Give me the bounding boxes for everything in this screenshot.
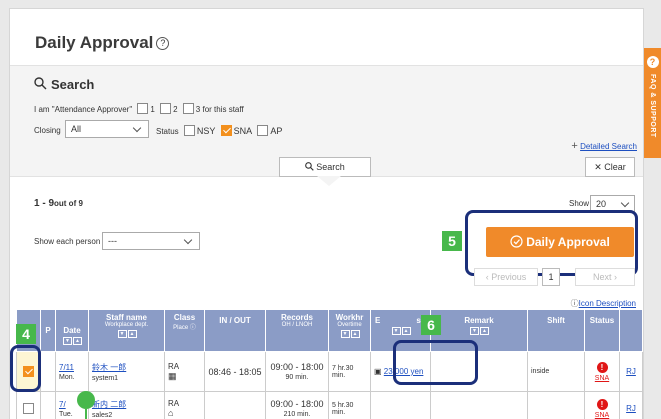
close-icon: ✕ (594, 162, 602, 172)
sort-up-icon[interactable]: ▲ (480, 327, 489, 335)
header-extra (619, 309, 643, 352)
location-marker-icon (77, 391, 95, 419)
chevron-down-icon (183, 235, 193, 245)
row-select-cell (16, 391, 41, 419)
faq-support-tab[interactable]: ? FAQ & SUPPORT (644, 48, 661, 158)
staff-cell: 新内 二郎 sales2 (88, 391, 165, 419)
header-status: Status (584, 309, 620, 352)
sort-down-icon[interactable]: ▼ (117, 330, 127, 338)
building-icon: ▦ (168, 370, 177, 381)
date-cell: 7/11 Mon. (55, 351, 89, 392)
question-icon: ? (646, 56, 659, 68)
show-each-select[interactable]: --- (102, 232, 200, 250)
sort-up-icon[interactable]: ▲ (350, 330, 360, 338)
rj-cell: RJ (619, 391, 643, 419)
previous-page-button[interactable]: ‹ Previous (474, 268, 538, 286)
status-nsy-checkbox[interactable] (183, 125, 195, 136)
header-inout: IN / OUT (204, 309, 266, 352)
next-page-button[interactable]: Next › (575, 268, 635, 286)
status-filter: Status NSY SNA AP (156, 125, 283, 136)
records-cell: 09:00 - 18:00 90 min. (265, 351, 329, 392)
show-label: Show (569, 199, 590, 208)
row-checkbox[interactable] (23, 403, 34, 414)
page-1-button[interactable]: 1 (542, 268, 560, 286)
status-cell: ! SNA (584, 391, 620, 419)
search-button[interactable]: Search (279, 157, 371, 177)
callout-4-frame (10, 345, 41, 392)
expense-cell (370, 391, 431, 419)
search-icon (34, 77, 47, 90)
header-staff: Staff name Workplace dept. ▼ ▲ (88, 309, 165, 352)
header-class: Class Place ⓘ (164, 309, 205, 352)
help-icon[interactable]: ⓘ (190, 325, 196, 331)
sort-down-icon[interactable]: ▼ (391, 327, 401, 335)
workhr-cell: 5 hr.30 min. (328, 391, 371, 419)
approver-2-checkbox[interactable] (160, 103, 172, 114)
table-row: 7/11 Mon. 鈴木 一郎 system1 RA ▦ 08:46 - 18:05 … (16, 351, 643, 392)
callout-6-badge: 6 (421, 315, 441, 335)
check-circle-icon (510, 235, 523, 248)
inout-cell (204, 391, 266, 419)
rj-cell: RJ (619, 351, 643, 392)
receipt-icon: ▣ (374, 367, 382, 376)
clear-button[interactable]: ✕ Clear (585, 157, 635, 177)
closing-select[interactable]: All (65, 120, 149, 138)
results-count: 1 - 9out of 9 (34, 198, 83, 209)
daily-approval-card: Daily Approval? Search I am "Attendance … (9, 8, 644, 419)
approver-3-checkbox[interactable] (182, 103, 194, 114)
alert-icon: ! (596, 398, 608, 410)
search-heading: Search (34, 77, 94, 92)
show-each-label: Show each person (34, 237, 101, 246)
sort-down-icon[interactable]: ▼ (470, 327, 479, 335)
status-cell: ! SNA (584, 351, 620, 392)
chevron-down-icon (132, 123, 142, 133)
header-workhr: Workhr Overtime ▼ ▲ (328, 309, 371, 352)
detailed-search-link[interactable]: + Detailed Search (571, 140, 637, 152)
search-icon (305, 162, 314, 171)
status-sna-checkbox[interactable] (220, 125, 232, 136)
records-cell: 09:00 - 18:00 210 min. (265, 391, 329, 419)
class-cell: RA ⌂ (164, 391, 205, 419)
workhr-cell: 7 hr.30 min. (328, 351, 371, 392)
icon-description-link[interactable]: ⓘIcon Description (571, 298, 636, 309)
chevron-down-icon (620, 198, 630, 208)
sort-up-icon[interactable]: ▲ (127, 330, 137, 338)
info-icon: ⓘ (570, 299, 579, 308)
sort-up-icon[interactable]: ▲ (401, 327, 411, 335)
sort-down-icon[interactable]: ▼ (340, 330, 350, 338)
alert-icon: ! (596, 361, 608, 373)
callout-4-badge: 4 (16, 324, 36, 344)
help-icon[interactable]: ? (156, 37, 170, 50)
status-ap-checkbox[interactable] (257, 125, 269, 136)
approval-table: P Date ▼ ▲ Staff name Workplace dept. ▼ ▲ … (16, 309, 643, 419)
panel-pointer (317, 176, 341, 186)
header-records: Records OH / LNOH (265, 309, 329, 352)
daily-approval-button[interactable]: Daily Approval (486, 227, 634, 257)
callout-6-frame (393, 340, 478, 385)
plus-icon: + (571, 140, 578, 152)
approver-1-checkbox[interactable] (137, 103, 149, 114)
inout-cell: 08:46 - 18:05 (204, 351, 266, 392)
header-p: P (40, 309, 56, 352)
table-row: 7/Tue. 新内 二郎 sales2 RA ⌂ 09:00 - 18:00 210 … (16, 391, 643, 419)
remark-cell (430, 391, 528, 419)
home-icon: ⌂ (168, 408, 174, 418)
header-date: Date ▼ ▲ (55, 309, 89, 352)
shift-cell: inside (527, 351, 585, 392)
closing-filter: Closing (34, 126, 61, 135)
callout-5-badge: 5 (442, 231, 462, 251)
shift-cell (527, 391, 585, 419)
approver-filter: I am "Attendance Approver" 1 2 3 for thi… (34, 103, 244, 114)
staff-cell: 鈴木 一郎 system1 (88, 351, 165, 392)
sort-down-icon[interactable]: ▼ (63, 337, 72, 345)
class-cell: RA ▦ (164, 351, 205, 392)
header-shift: Shift (527, 309, 585, 352)
sort-up-icon[interactable]: ▲ (73, 337, 82, 345)
page-title: Daily Approval? (35, 33, 170, 53)
